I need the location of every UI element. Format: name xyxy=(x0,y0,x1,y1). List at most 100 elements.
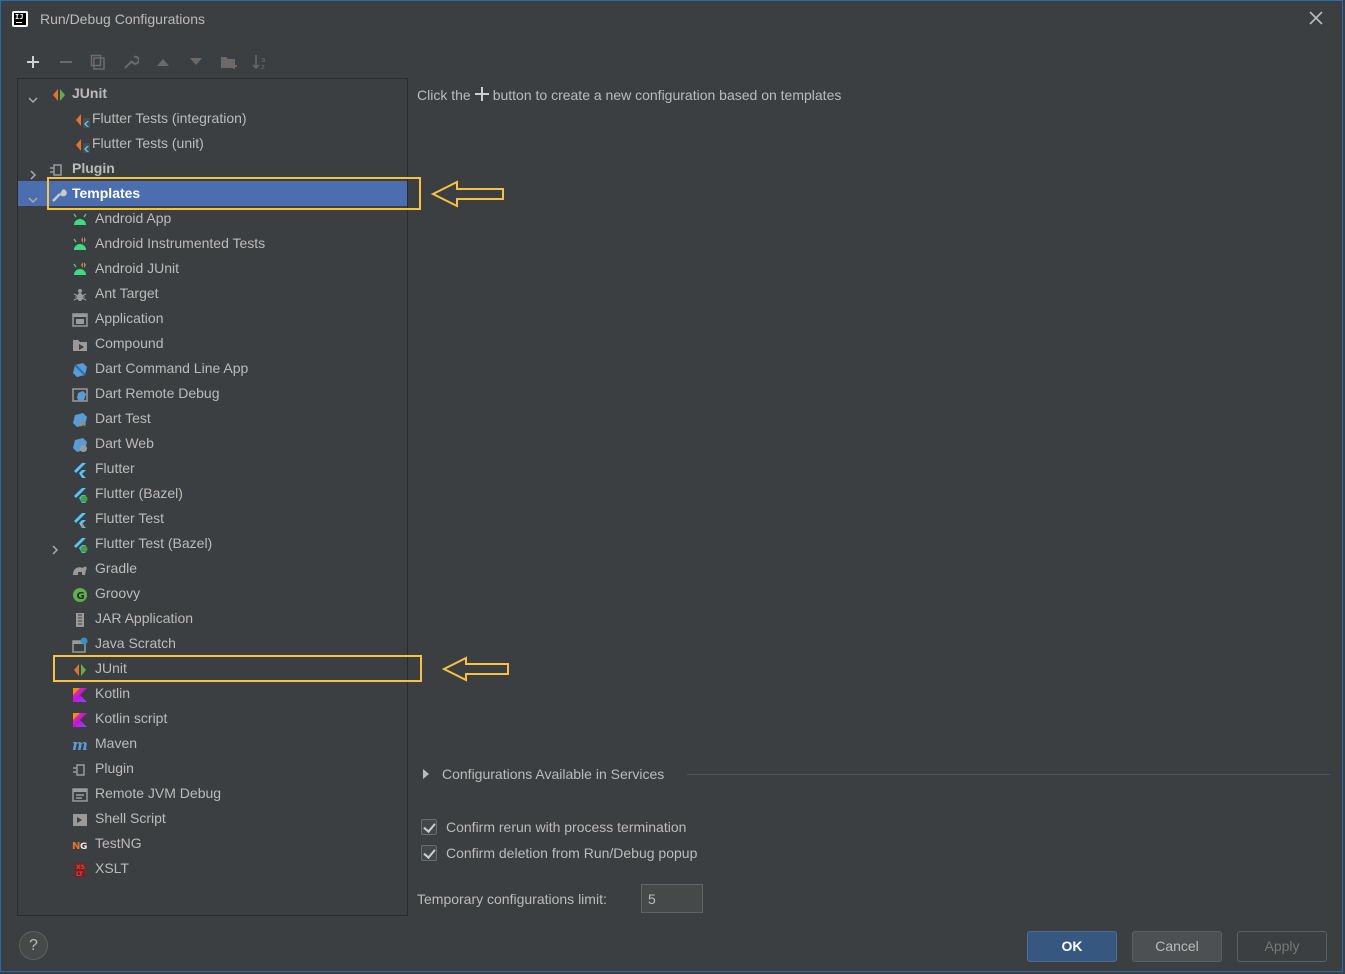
sort-icon[interactable]: az xyxy=(251,51,271,73)
tree-item[interactable]: Application xyxy=(18,306,407,331)
tree-item-label: JUnit xyxy=(72,85,107,101)
expand-triangle-icon[interactable] xyxy=(423,769,429,779)
tree-item[interactable]: Dart Test xyxy=(18,406,407,431)
dart-test-icon xyxy=(72,411,88,427)
tree-item[interactable]: Dart Remote Debug xyxy=(18,381,407,406)
plus-icon xyxy=(474,87,489,101)
tree-item-label: Plugin xyxy=(95,760,134,776)
tree-item-label: Dart Command Line App xyxy=(95,360,249,376)
xslt-icon: XS LT xyxy=(72,861,88,878)
junit-highlight-box xyxy=(53,655,422,682)
tree-item-label: Dart Test xyxy=(95,410,151,426)
tree-item-label: Gradle xyxy=(95,560,138,576)
dart-icon xyxy=(72,361,88,377)
chevron-right-icon[interactable] xyxy=(28,163,38,180)
tree-item-label: Application xyxy=(95,310,164,326)
groovy-icon: G xyxy=(72,586,88,602)
tree-item-label: Groovy xyxy=(95,585,141,601)
tree-item-label: Compound xyxy=(95,335,164,351)
help-button[interactable]: ? xyxy=(19,931,48,960)
move-up-icon[interactable] xyxy=(153,51,173,73)
flutter-bazel-icon xyxy=(72,536,88,553)
compound-icon xyxy=(72,336,88,352)
temp-limit-label: Temporary configurations limit: xyxy=(417,891,607,907)
app-icon-text: IJ xyxy=(15,13,24,21)
tree-item-label: XSLT xyxy=(95,860,129,876)
tree-item[interactable]: Kotlin xyxy=(18,681,407,706)
tree-item[interactable]: Ant Target xyxy=(18,281,407,306)
empty-state-hint: Click the button to create a new configur… xyxy=(417,87,841,103)
tree-item[interactable]: G Groovy xyxy=(18,581,407,606)
flutter-test-icon xyxy=(72,511,88,528)
tree-item[interactable]: Gradle xyxy=(18,556,407,581)
tree-item-label: Flutter Test (Bazel) xyxy=(95,535,213,551)
tree-item-label: Kotlin xyxy=(95,685,131,701)
move-down-icon[interactable] xyxy=(186,51,206,73)
cancel-button[interactable]: Cancel xyxy=(1132,931,1222,962)
flutter-icon xyxy=(72,461,88,478)
android-test-icon xyxy=(72,261,88,277)
java-scratch-icon xyxy=(72,636,88,653)
ok-button[interactable]: OK xyxy=(1027,931,1117,962)
tree-item[interactable]: Flutter (Bazel) xyxy=(18,481,407,506)
chevron-down-icon[interactable] xyxy=(28,88,38,104)
shell-icon xyxy=(72,811,88,827)
tree-item[interactable]: Flutter Test xyxy=(18,506,407,531)
tree-item[interactable]: Android Instrumented Tests xyxy=(18,231,407,256)
wrench-icon[interactable] xyxy=(121,51,141,73)
svg-text:LT: LT xyxy=(76,871,84,878)
services-label[interactable]: Configurations Available in Services xyxy=(442,766,664,782)
tree-item[interactable]: Dart Web xyxy=(18,431,407,456)
checkbox-checked-icon[interactable] xyxy=(421,819,437,835)
temp-limit-input[interactable] xyxy=(641,884,703,913)
tree-item[interactable]: Kotlin script xyxy=(18,706,407,731)
remove-icon[interactable] xyxy=(56,51,76,73)
maven-icon: m xyxy=(72,736,88,754)
chevron-down-icon[interactable] xyxy=(28,188,38,204)
kotlin-icon xyxy=(72,686,88,702)
tree-item[interactable]: N G TestNG xyxy=(18,831,407,856)
tree-item[interactable]: Android JUnit xyxy=(18,256,407,281)
tree-item[interactable]: XS LT XSLT xyxy=(18,856,407,881)
plugin-icon xyxy=(49,161,65,177)
tree-item-label: Flutter Tests (unit) xyxy=(92,135,204,151)
tree-item[interactable]: Flutter xyxy=(18,456,407,481)
gradle-icon xyxy=(72,561,88,577)
svg-text:m: m xyxy=(72,737,88,753)
tree-item[interactable]: Plugin xyxy=(18,756,407,781)
annotation-arrow-icon xyxy=(431,180,504,208)
tree-item-label: Kotlin script xyxy=(95,710,168,726)
dart-remote-icon xyxy=(72,386,88,402)
intellij-app-icon: IJ xyxy=(12,11,28,27)
plugin-icon xyxy=(72,761,88,777)
tree-item[interactable]: Compound xyxy=(18,331,407,356)
confirm-rerun-label[interactable]: Confirm rerun with process termination xyxy=(446,819,686,835)
tree-item-label: Java Scratch xyxy=(95,635,176,651)
tree-item[interactable]: Shell Script xyxy=(18,806,407,831)
application-icon xyxy=(72,311,88,327)
chevron-right-icon[interactable] xyxy=(50,538,60,555)
confirm-delete-label[interactable]: Confirm deletion from Run/Debug popup xyxy=(446,845,697,861)
new-folder-icon[interactable] xyxy=(219,51,239,73)
tree-item-label: Dart Remote Debug xyxy=(95,385,220,401)
title-bar: IJ Run/Debug Configurations xyxy=(1,1,1342,39)
svg-text:z: z xyxy=(261,63,265,70)
tree-item[interactable]: Remote JVM Debug xyxy=(18,781,407,806)
close-icon[interactable] xyxy=(1307,9,1325,27)
testng-icon: NG xyxy=(72,836,88,852)
tree-item[interactable]: Flutter Tests (unit) xyxy=(18,131,407,156)
add-icon[interactable] xyxy=(23,51,43,73)
tree-item[interactable]: m Maven xyxy=(18,731,407,756)
tree-item[interactable]: Flutter Test (Bazel) xyxy=(18,531,407,556)
tree-item[interactable]: Dart Command Line App xyxy=(18,356,407,381)
apply-button[interactable]: Apply xyxy=(1237,931,1327,962)
tree-item[interactable]: Java Scratch xyxy=(18,631,407,656)
junit-flutter-icon xyxy=(74,136,90,153)
tree-item[interactable]: JUnit xyxy=(18,81,407,106)
services-section[interactable]: Configurations Available in Services xyxy=(423,765,1330,785)
tree-item[interactable]: JAR Application xyxy=(18,606,407,631)
copy-icon[interactable] xyxy=(88,51,108,73)
checkbox-checked-icon[interactable] xyxy=(421,845,437,861)
tree-item[interactable]: Flutter Tests (integration) xyxy=(18,106,407,131)
tree-item-label: Android JUnit xyxy=(95,260,180,276)
